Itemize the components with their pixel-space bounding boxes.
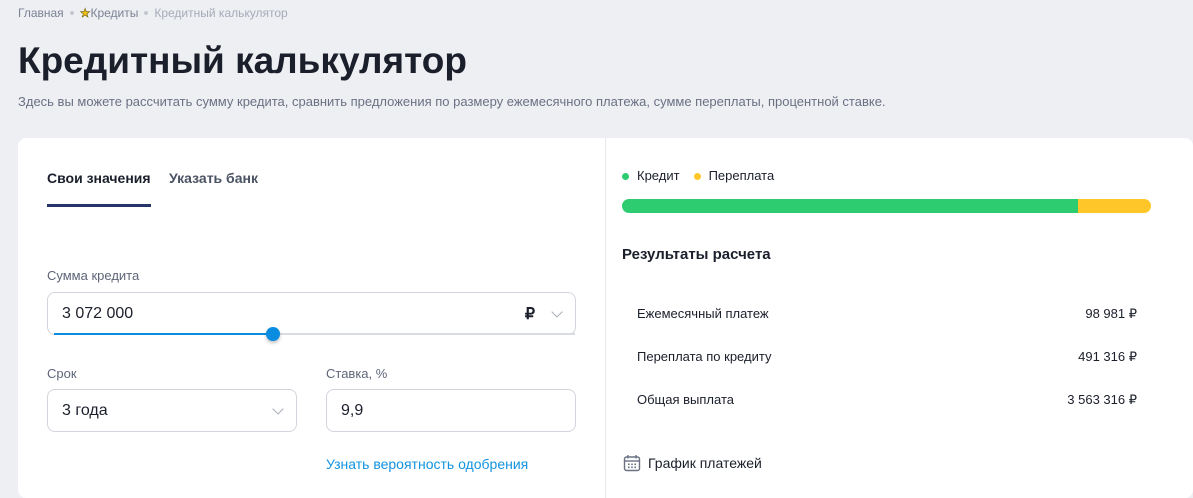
result-value: 3 563 316 ₽ (1067, 392, 1137, 407)
legend-label: Кредит (637, 168, 680, 183)
slider-fill (54, 333, 273, 335)
chevron-down-icon[interactable] (551, 305, 563, 318)
credit-segment (622, 199, 1078, 213)
rate-value: 9,9 (341, 401, 364, 419)
chart-legend: Кредит Переплата (622, 168, 774, 183)
result-value: 98 981 ₽ (1085, 306, 1137, 321)
tab-own-values[interactable]: Свои значения (47, 170, 151, 207)
breadcrumb-credits[interactable]: Кредиты (90, 6, 138, 20)
separator-dot (144, 11, 149, 15)
results-title: Результаты расчета (622, 246, 771, 263)
page-description: Здесь вы можете рассчитать сумму кредита… (18, 94, 886, 109)
result-label: Ежемесячный платеж (637, 306, 769, 321)
calendar-icon (623, 455, 641, 472)
breadcrumb-home[interactable]: Главная (18, 6, 64, 20)
ratio-bar (622, 199, 1151, 213)
result-row: Переплата по кредиту 491 316 ₽ (637, 349, 1137, 365)
term-label: Срок (47, 366, 77, 381)
breadcrumb-current: Кредитный калькулятор (154, 6, 288, 20)
legend-label: Переплата (708, 168, 775, 183)
legend-overpay: Переплата (693, 168, 775, 183)
approval-probability-link[interactable]: Узнать вероятность одобрения (326, 456, 528, 472)
breadcrumb: Главная ★ Кредиты Кредитный калькулятор (18, 6, 288, 21)
amount-value: 3 072 000 (62, 304, 134, 322)
overpay-segment (1077, 199, 1151, 213)
amount-slider[interactable] (54, 327, 575, 341)
legend-credit: Кредит (622, 168, 680, 183)
result-row: Ежемесячный платеж 98 981 ₽ (637, 306, 1137, 322)
amount-input[interactable]: 3 072 000 ₽ (47, 292, 576, 335)
currency-select[interactable]: ₽ (525, 304, 535, 324)
input-panel: Свои значения Указать банк Сумма кредита… (18, 138, 606, 498)
result-label: Общая выплата (637, 392, 734, 407)
payment-schedule-button[interactable]: График платежей (623, 454, 762, 472)
payment-schedule-label: График платежей (648, 455, 762, 471)
yellow-dot-icon (693, 173, 701, 180)
star-icon: ★ (79, 6, 91, 21)
chevron-down-icon (272, 402, 284, 415)
term-value: 3 года (62, 401, 108, 419)
page-title: Кредитный калькулятор (18, 40, 467, 81)
separator-dot (69, 11, 74, 15)
rate-input[interactable]: 9,9 (326, 389, 576, 432)
term-select[interactable]: 3 года (47, 389, 297, 432)
rate-label: Ставка, % (326, 366, 388, 381)
result-label: Переплата по кредиту (637, 349, 772, 364)
slider-thumb[interactable] (265, 327, 280, 341)
tab-choose-bank[interactable]: Указать банк (169, 170, 258, 186)
amount-label: Сумма кредита (47, 268, 140, 283)
green-dot-icon (622, 173, 629, 180)
results-panel: Кредит Переплата Результаты расчета Ежем… (606, 138, 1193, 498)
calculator-card: Свои значения Указать банк Сумма кредита… (18, 138, 1193, 498)
result-value: 491 316 ₽ (1078, 349, 1137, 364)
result-row: Общая выплата 3 563 316 ₽ (637, 392, 1137, 408)
